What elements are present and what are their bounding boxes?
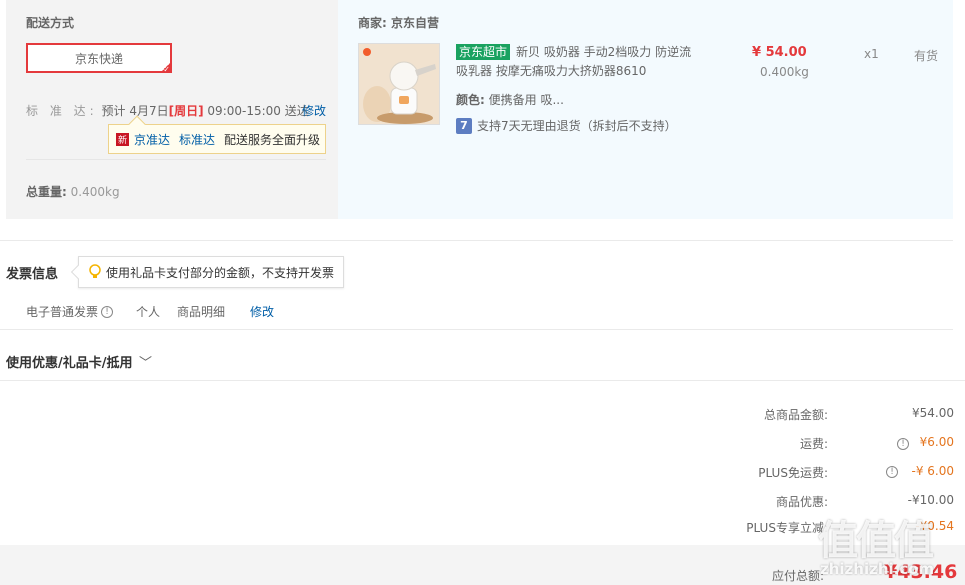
total-weight-row: 总重量: 0.400kg xyxy=(26,183,120,200)
jingzhunda-link[interactable]: 京准达 xyxy=(134,131,170,148)
invoice-type-label: 电子普通发票 xyxy=(26,305,99,319)
return-policy-row: 7 支持7天无理由退货（拆封后不支持） xyxy=(456,117,677,134)
product-price: ¥ 54.00 xyxy=(752,45,807,60)
divider xyxy=(26,159,326,160)
invoice-content: 商品明细 xyxy=(177,305,226,319)
breast-pump-image xyxy=(359,44,439,124)
summary-value: ¥6.00 xyxy=(919,435,954,449)
modify-invoice-link[interactable]: 修改 xyxy=(250,303,274,320)
return-policy-text: 支持7天无理由退货（拆封后不支持） xyxy=(477,119,677,133)
biaozhunda-link[interactable]: 标准达 xyxy=(179,131,215,148)
color-value: 便携备用 吸... xyxy=(488,93,564,107)
check-icon: ✓ xyxy=(163,65,170,74)
shipping-title: 配送方式 xyxy=(26,16,75,30)
section-divider xyxy=(0,329,953,330)
tooltip-arrow xyxy=(70,264,86,280)
shipping-method-label: 京东快递 xyxy=(74,51,123,66)
chevron-down-icon: ﹀ xyxy=(139,356,153,371)
weight-label: 总重量: xyxy=(26,185,67,199)
product-color-row: 颜色: 便携备用 吸... xyxy=(456,91,564,108)
invoice-notice-text: 使用礼品卡支付部分的金额，不支持开发票 xyxy=(106,265,335,280)
summary-label: 总商品金额: xyxy=(763,408,828,422)
summary-label: PLUS专享立减: xyxy=(746,521,828,535)
merchant-label: 商家: 京东自营 xyxy=(358,16,439,30)
invoice-notice-tooltip: 使用礼品卡支付部分的金额，不支持开发票 xyxy=(70,256,345,288)
summary-value: -¥10.00 xyxy=(907,493,954,507)
section-divider xyxy=(0,380,965,381)
product-weight: 0.400kg xyxy=(760,65,809,79)
invoice-type: 电子普通发票 ! xyxy=(26,303,114,320)
lightbulb-icon xyxy=(89,264,101,278)
summary-value: ¥54.00 xyxy=(912,406,954,420)
shipping-method-section: 配送方式 京东快递 ✓ 标 准 达: 预计 4月7日[周日] 09:00-15:… xyxy=(6,0,338,219)
invoice-title: 发票信息 xyxy=(6,267,59,282)
product-stock: 有货 xyxy=(914,49,939,63)
jd-supermarket-tag: 京东超市 xyxy=(456,44,511,60)
coupon-title: 使用优惠/礼品卡/抵用 xyxy=(6,356,133,371)
invoice-header: 个人 xyxy=(136,305,161,319)
total-label: 应付总额: xyxy=(772,569,825,583)
summary-value: -¥ 6.00 xyxy=(911,464,955,478)
delivery-time-range: 09:00-15:00 送达 xyxy=(207,104,309,118)
watermark-site: zhizhizhi.com xyxy=(820,560,935,578)
summary-label: 商品优惠: xyxy=(775,495,828,509)
seven-day-return-icon: 7 xyxy=(456,117,472,134)
coupon-toggle[interactable]: 使用优惠/礼品卡/抵用 ﹀ xyxy=(6,352,152,371)
color-label: 颜色: xyxy=(456,93,485,107)
product-section: 商家: 京东自营 京东超市 新贝 吸奶器 手动2档吸力 防逆流吸乳器 按摩无痛吸力… xyxy=(338,0,953,219)
modify-delivery-link[interactable]: 修改 xyxy=(302,102,326,119)
tip-text: 配送服务全面升级 xyxy=(224,132,321,147)
delivery-date-label: 标 准 达: xyxy=(26,104,98,118)
weight-value: 0.400kg xyxy=(70,185,120,199)
delivery-upgrade-tip: 新 京准达 标准达 配送服务全面升级 xyxy=(108,115,326,154)
delivery-date-row: 标 准 达: 预计 4月7日[周日] 09:00-15:00 送达 xyxy=(26,102,309,119)
shipping-panel: 配送方式 京东快递 ✓ 标 准 达: 预计 4月7日[周日] 09:00-15:… xyxy=(6,0,953,219)
product-title-block[interactable]: 京东超市 新贝 吸奶器 手动2档吸力 防逆流吸乳器 按摩无痛吸力大挤奶器8610 xyxy=(456,43,700,81)
section-divider xyxy=(0,240,953,241)
product-quantity: x1 xyxy=(864,47,879,61)
new-badge-icon: 新 xyxy=(116,132,129,146)
info-icon[interactable]: ! xyxy=(101,305,114,318)
watermark-logo: 值值值 xyxy=(818,518,934,564)
shipping-method-option[interactable]: 京东快递 ✓ xyxy=(26,43,172,74)
product-thumbnail[interactable] xyxy=(358,43,440,125)
summary-label: PLUS免运费: xyxy=(758,466,828,480)
delivery-weekday: [周日] xyxy=(168,104,204,118)
summary-label: 运费: xyxy=(799,437,828,451)
